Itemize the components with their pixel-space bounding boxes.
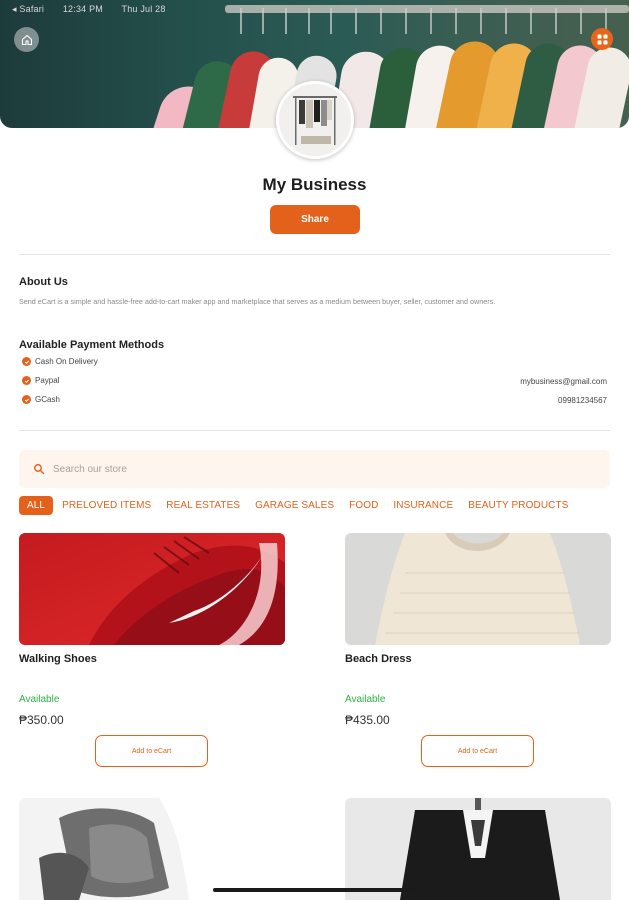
product-card[interactable]: Walking Shoes Available ₱350.00 Add to e… [19, 533, 285, 767]
product-status: Available [345, 694, 386, 705]
tab-garage-sales[interactable]: GARAGE SALES [255, 500, 334, 511]
payment-method-label: Cash On Delivery [35, 357, 98, 366]
status-date: Thu Jul 28 [121, 4, 166, 14]
divider [19, 430, 610, 431]
product-image-shoe[interactable] [19, 533, 285, 645]
share-button[interactable]: Share [270, 205, 360, 234]
product-image-dress[interactable] [345, 533, 611, 645]
product-name[interactable]: Beach Dress [345, 653, 412, 665]
payment-method: GCash [22, 395, 60, 404]
product-image-cardigan[interactable] [345, 798, 611, 900]
divider [19, 254, 610, 255]
tab-real-estates[interactable]: REAL ESTATES [166, 500, 240, 511]
product-card[interactable] [345, 798, 611, 900]
add-to-ecart-button[interactable]: Add to eCart [421, 735, 534, 767]
tab-beauty-products[interactable]: BEAUTY PRODUCTS [468, 500, 568, 511]
add-to-ecart-button[interactable]: Add to eCart [95, 735, 208, 767]
home-icon [21, 34, 32, 45]
store-avatar [276, 81, 354, 159]
product-card[interactable] [19, 798, 285, 900]
product-card[interactable]: Beach Dress Available ₱435.00 Add to eCa… [345, 533, 611, 767]
contact-phone[interactable]: 09981234567 [558, 396, 607, 405]
check-icon [22, 395, 31, 404]
menu-button[interactable] [591, 28, 613, 50]
home-indicator [213, 888, 413, 892]
status-time: 12:34 PM [62, 4, 103, 14]
payment-method-label: Paypal [35, 376, 60, 385]
payment-method-label: GCash [35, 395, 60, 404]
about-title: About Us [19, 276, 68, 288]
search-icon [34, 464, 45, 475]
status-carrier: ◂ Safari [12, 4, 45, 14]
product-price: ₱435.00 [345, 713, 390, 727]
tab-insurance[interactable]: INSURANCE [393, 500, 453, 511]
check-icon [22, 357, 31, 366]
tab-all[interactable]: ALL [19, 495, 54, 515]
product-image-jeans[interactable] [19, 798, 285, 900]
home-button[interactable] [14, 27, 39, 52]
payment-method: Cash On Delivery [22, 357, 98, 366]
tab-preloved-items[interactable]: PRELOVED ITEMS [62, 500, 151, 511]
payment-title: Available Payment Methods [19, 339, 165, 351]
check-icon [22, 376, 31, 385]
store-name: My Business [262, 175, 367, 194]
product-name[interactable]: Walking Shoes [19, 653, 97, 665]
contact-email[interactable]: mybusiness@gmail.com [520, 377, 607, 386]
product-status: Available [19, 694, 60, 705]
tab-food[interactable]: FOOD [349, 500, 378, 511]
search-input[interactable] [53, 463, 553, 475]
about-text: Send eCart is a simple and hassle-free a… [19, 297, 496, 306]
grid-icon [596, 33, 608, 45]
status-bar: ◂ Safari 12:34 PM Thu Jul 28 [12, 4, 182, 15]
product-price: ₱350.00 [19, 713, 64, 727]
category-tabs: ALL PRELOVED ITEMS REAL ESTATES GARAGE S… [19, 494, 583, 516]
search-bar [19, 450, 610, 488]
payment-method: Paypal [22, 376, 59, 385]
